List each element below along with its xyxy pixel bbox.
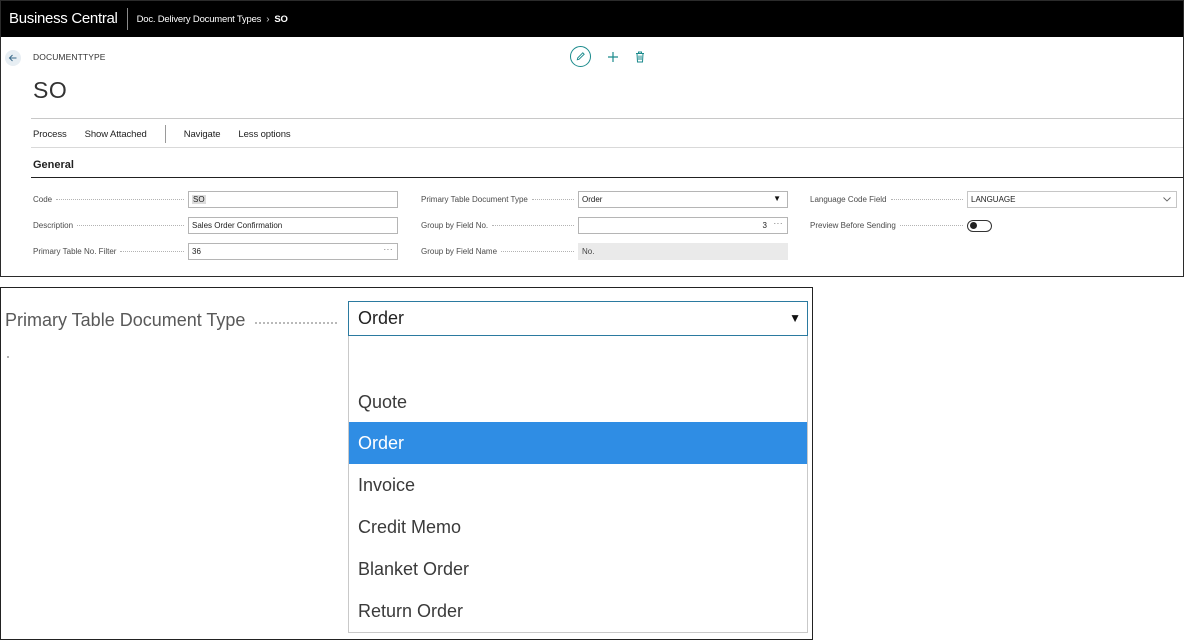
option-label: Blanket Order: [358, 558, 470, 579]
option-order[interactable]: Order: [349, 422, 807, 464]
group-by-field-no-value: 3: [762, 221, 767, 230]
action-show-attached[interactable]: Show Attached: [85, 129, 147, 140]
primary-table-document-type-value: Order: [582, 195, 603, 204]
dropdown-label-text: Primary Table Document Type: [5, 310, 246, 330]
field-code: Code SO: [33, 191, 398, 208]
field-group-by-field-no: Group by Field No. 3 ···: [421, 217, 788, 234]
field-preview-before-sending: Preview Before Sending: [810, 217, 992, 234]
language-code-field-label: Language Code Field: [810, 195, 887, 204]
field-label: Primary Table No. Filter: [33, 247, 188, 256]
field-label: Primary Table Document Type: [421, 195, 578, 204]
primary-table-no-filter-value: 36: [192, 247, 201, 256]
action-separator: [164, 125, 166, 143]
assist-edit-icon[interactable]: ···: [384, 245, 394, 254]
preview-before-sending-label: Preview Before Sending: [810, 221, 896, 230]
dropdown-zoom-screenshot: Primary Table Document Type Order ▼ Quot…: [0, 287, 813, 640]
primary-table-no-filter-label: Primary Table No. Filter: [33, 247, 117, 256]
option-label: Credit Memo: [358, 516, 462, 537]
field-primary-table-no-filter: Primary Table No. Filter 36 ···: [33, 243, 398, 260]
field-primary-table-document-type: Primary Table Document Type Order ▼: [421, 191, 788, 208]
section-divider: [31, 177, 1183, 178]
language-code-field-combobox[interactable]: LANGUAGE: [967, 191, 1177, 208]
group-by-field-no-input[interactable]: 3 ···: [578, 217, 788, 234]
preview-before-sending-toggle[interactable]: [967, 219, 992, 232]
field-language-code-field: Language Code Field LANGUAGE: [810, 191, 1177, 208]
document-type-selected-value: Order: [358, 308, 405, 328]
group-by-field-no-label: Group by Field No.: [421, 221, 489, 230]
action-divider: [31, 147, 1183, 148]
field-label: Language Code Field: [810, 195, 967, 204]
field-description: Description Sales Order Confirmation: [33, 217, 398, 234]
code-input[interactable]: SO: [188, 191, 398, 208]
document-type-select[interactable]: Order ▼: [348, 301, 808, 336]
caret-down-icon[interactable]: ▼: [789, 311, 801, 325]
description-label: Description: [33, 221, 74, 230]
language-code-field-value: LANGUAGE: [971, 195, 1016, 204]
primary-table-no-filter-input[interactable]: 36 ···: [188, 243, 398, 260]
field-label: Description: [33, 221, 188, 230]
option-label: Order: [358, 432, 405, 453]
breadcrumb: Doc. Delivery Document Types › SO: [128, 14, 288, 25]
option-label: Return Order: [358, 600, 464, 621]
option-blank[interactable]: [349, 336, 807, 378]
field-label: Group by Field No.: [421, 221, 578, 230]
page-caption: DOCUMENTTYPE: [33, 52, 106, 62]
trash-icon[interactable]: [634, 50, 646, 64]
option-return-order[interactable]: Return Order: [349, 590, 807, 632]
back-arrow-icon[interactable]: [5, 50, 21, 66]
option-quote[interactable]: Quote: [349, 381, 807, 423]
app-name[interactable]: Business Central: [1, 8, 128, 30]
option-credit-memo[interactable]: Credit Memo: [349, 506, 807, 548]
option-label: Quote: [358, 391, 408, 412]
primary-table-document-type-label: Primary Table Document Type: [421, 195, 528, 204]
action-navigate[interactable]: Navigate: [184, 129, 221, 140]
action-process[interactable]: Process: [33, 129, 67, 140]
plus-icon[interactable]: [606, 50, 620, 64]
page-title: SO: [33, 77, 68, 103]
primary-table-document-type-select[interactable]: Order ▼: [578, 191, 788, 208]
breadcrumb-parent[interactable]: Doc. Delivery Document Types: [137, 14, 262, 25]
caret-down-icon: ▼: [773, 194, 781, 203]
field-label: Group by Field Name: [421, 247, 578, 256]
chevron-down-icon[interactable]: [1162, 192, 1172, 207]
code-value: SO: [192, 195, 206, 204]
group-by-field-name-input: No.: [578, 243, 788, 260]
divider-dot: [7, 356, 9, 358]
action-less-options[interactable]: Less options: [238, 129, 290, 140]
dropdown-field-label: Primary Table Document Type: [5, 310, 343, 331]
breadcrumb-separator-icon: ›: [266, 13, 270, 25]
top-navigation-bar: Business Central Doc. Delivery Document …: [1, 1, 1183, 37]
action-bar: Process Show Attached Navigate Less opti…: [33, 125, 309, 143]
description-value: Sales Order Confirmation: [192, 221, 283, 230]
group-by-field-name-label: Group by Field Name: [421, 247, 498, 256]
section-general-title[interactable]: General: [33, 159, 74, 171]
option-label: Invoice: [358, 474, 416, 495]
assist-edit-icon[interactable]: ···: [774, 219, 784, 228]
pencil-icon[interactable]: [570, 46, 591, 67]
breadcrumb-current: SO: [274, 13, 288, 25]
toggle-knob: [970, 222, 977, 229]
record-toolbar: [570, 46, 646, 67]
header-divider: [31, 118, 1183, 119]
description-input[interactable]: Sales Order Confirmation: [188, 217, 398, 234]
document-type-options-list: Quote Order Invoice Credit Memo Blanket …: [348, 336, 808, 633]
field-label: Code: [33, 195, 188, 204]
option-invoice[interactable]: Invoice: [349, 464, 807, 506]
group-by-field-name-value: No.: [582, 247, 595, 256]
code-label: Code: [33, 195, 53, 204]
field-group-by-field-name: Group by Field Name No.: [421, 243, 788, 260]
field-label: Preview Before Sending: [810, 221, 967, 230]
card-page-screenshot: Business Central Doc. Delivery Document …: [0, 0, 1184, 277]
option-blanket-order[interactable]: Blanket Order: [349, 548, 807, 590]
